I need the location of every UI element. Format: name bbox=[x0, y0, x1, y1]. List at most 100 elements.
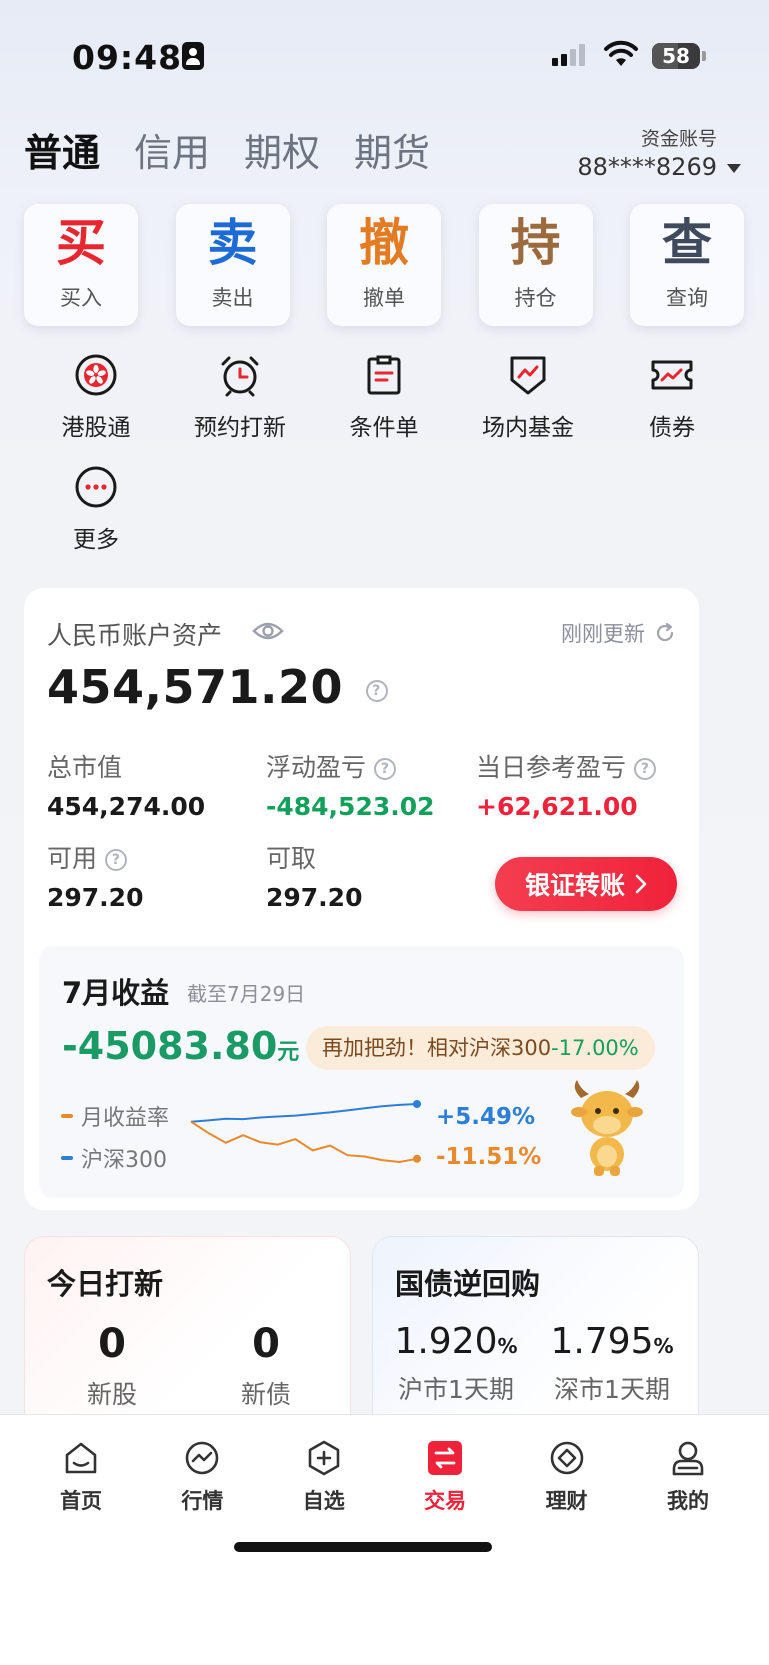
tab-home[interactable]: 首页 bbox=[22, 1415, 140, 1525]
legend-label: 月收益率 bbox=[81, 1106, 170, 1131]
profile-icon bbox=[672, 1441, 704, 1476]
account-selector[interactable]: 资金账号 88****8269 bbox=[577, 124, 741, 181]
focus-person-icon bbox=[182, 42, 204, 70]
more-dots-icon bbox=[75, 466, 117, 508]
account-type-tabs: 普通 信用 期权 期货 bbox=[24, 122, 430, 177]
monthly-return-rate-value: -11.51% bbox=[436, 1144, 542, 1170]
daily-pl-metric: 当日参考盈亏 ? +62,621.00 bbox=[476, 748, 656, 821]
bank-transfer-button[interactable]: 银证转账 bbox=[495, 857, 677, 911]
query-label: 查询 bbox=[666, 286, 708, 310]
daily-pl-label: 当日参考盈亏 bbox=[476, 753, 627, 782]
positions-button[interactable]: 持 持仓 bbox=[478, 204, 593, 326]
wifi-icon bbox=[604, 40, 638, 66]
status-time: 09:48 bbox=[72, 38, 183, 77]
quick-item-conditional-order[interactable]: 条件单 bbox=[312, 352, 456, 464]
bull-mascot-icon bbox=[571, 1080, 643, 1176]
quick-item-bonds[interactable]: 债券 bbox=[600, 352, 744, 464]
help-icon[interactable]: ? bbox=[365, 679, 388, 702]
home-indicator bbox=[234, 1542, 492, 1552]
account-number: 88****8269 bbox=[577, 153, 717, 181]
refresh-label: 刚刚更新 bbox=[561, 622, 645, 646]
repo-title: 国债逆回购 bbox=[395, 1267, 541, 1301]
quick-label-listed-fund: 场内基金 bbox=[482, 415, 574, 441]
quick-label-bonds: 债券 bbox=[649, 415, 695, 441]
market-value-label: 总市值 bbox=[47, 753, 123, 782]
quick-item-listed-fund[interactable]: 场内基金 bbox=[456, 352, 600, 464]
hk-flower-icon bbox=[75, 354, 117, 396]
daily-pl-value: +62,621.00 bbox=[476, 792, 638, 821]
help-icon[interactable]: ? bbox=[633, 758, 656, 780]
tab-market[interactable]: 行情 bbox=[143, 1415, 261, 1525]
watchlist-icon bbox=[308, 1440, 340, 1476]
account-label: 资金账号 bbox=[640, 128, 717, 150]
quick-item-ipo-reserve[interactable]: 预约打新 bbox=[168, 352, 312, 464]
sell-button[interactable]: 卖 卖出 bbox=[175, 204, 290, 326]
sz-repo-stat: 1.795% 深市1天期 bbox=[537, 1321, 687, 1406]
bottom-tab-bar: 首页 行情 自选 交易 理财 我的 bbox=[0, 1414, 769, 1665]
tab-profile[interactable]: 我的 bbox=[629, 1415, 747, 1525]
quick-label-hk-connect: 港股通 bbox=[61, 415, 131, 441]
refresh-status[interactable]: 刚刚更新 bbox=[561, 618, 677, 648]
total-assets: 454,571.20 ? bbox=[47, 660, 388, 714]
quick-item-more[interactable]: 更多 bbox=[24, 464, 168, 576]
tab-normal[interactable]: 普通 bbox=[24, 122, 100, 177]
treasury-repo-card[interactable]: 国债逆回购 1.920% 沪市1天期 1.795% 深市1天期 bbox=[372, 1236, 699, 1436]
tab-trade[interactable]: 交易 bbox=[386, 1415, 504, 1525]
sell-glyph: 卖 bbox=[207, 214, 258, 272]
quick-item-hk-connect[interactable]: 港股通 bbox=[24, 352, 168, 464]
chevron-right-icon bbox=[635, 874, 647, 894]
floating-pl-value: -484,523.02 bbox=[266, 792, 435, 821]
sz-repo-rate: 1.795 bbox=[550, 1321, 654, 1362]
floating-pl-label: 浮动盈亏 bbox=[266, 753, 367, 782]
query-button[interactable]: 查 查询 bbox=[630, 204, 744, 326]
tab-wealth[interactable]: 理财 bbox=[508, 1415, 626, 1525]
quick-label-ipo-reserve: 预约打新 bbox=[194, 415, 286, 441]
monthly-returns-panel[interactable]: 7月收益 截至7月29日 -45083.80元 再加把劲！相对沪深300-17.… bbox=[39, 946, 684, 1198]
monthly-value: -45083.80 bbox=[62, 1024, 278, 1068]
monthly-as-of: 截至7月29日 bbox=[187, 982, 306, 1006]
sh-repo-label: 沪市1天期 bbox=[398, 1375, 514, 1404]
asset-card: 人民币账户资产 刚刚更新 454,571.20 ? 总市值 454,274.00… bbox=[24, 588, 699, 1210]
quick-label-more: 更多 bbox=[73, 527, 119, 553]
tab-watchlist-label: 自选 bbox=[302, 1489, 345, 1513]
buy-glyph: 买 bbox=[56, 214, 106, 272]
tab-watchlist[interactable]: 自选 bbox=[265, 1415, 383, 1525]
withdrawable-metric: 可取 297.20 bbox=[266, 839, 362, 912]
tab-credit[interactable]: 信用 bbox=[134, 122, 210, 177]
sz-repo-label: 深市1天期 bbox=[554, 1375, 670, 1404]
total-assets-value: 454,571.20 bbox=[47, 660, 344, 714]
help-icon[interactable]: ? bbox=[104, 849, 127, 871]
bank-transfer-label: 银证转账 bbox=[524, 871, 625, 900]
new-issues-card[interactable]: 今日打新 0 新股 0 新债 bbox=[24, 1236, 351, 1436]
eye-icon[interactable] bbox=[252, 620, 284, 642]
buy-button[interactable]: 买 买入 bbox=[24, 204, 138, 326]
new-bonds-count: 0 bbox=[252, 1321, 280, 1367]
tab-options[interactable]: 期权 bbox=[244, 122, 320, 177]
wealth-icon bbox=[550, 1441, 583, 1475]
help-icon[interactable]: ? bbox=[373, 758, 396, 780]
tab-wealth-label: 理财 bbox=[545, 1489, 588, 1513]
bottom-cards: 今日打新 0 新股 0 新债 国债逆回购 1.920% 沪市1天期 1.795%… bbox=[24, 1236, 699, 1436]
cancel-order-button[interactable]: 撤 撤单 bbox=[327, 204, 441, 326]
asset-title: 人民币账户资产 bbox=[47, 621, 223, 650]
refresh-icon bbox=[656, 622, 674, 642]
new-stocks-label: 新股 bbox=[86, 1380, 137, 1409]
home-icon bbox=[65, 1442, 97, 1474]
sparkline-series-line bbox=[190, 1120, 418, 1164]
monthly-unit: 元 bbox=[277, 1040, 300, 1065]
fund-shield-icon bbox=[510, 356, 546, 395]
tab-futures[interactable]: 期货 bbox=[354, 122, 430, 177]
sh-repo-rate: 1.920 bbox=[394, 1321, 498, 1362]
tab-profile-label: 我的 bbox=[666, 1489, 709, 1513]
query-glyph: 查 bbox=[662, 214, 712, 272]
market-value-metric: 总市值 454,274.00 bbox=[47, 748, 205, 821]
battery-icon: 58 bbox=[652, 43, 700, 69]
relative-performance-badge: 再加把劲！相对沪深300-17.00% bbox=[306, 1026, 655, 1070]
quick-services: 港股通 预约打新 条件单 场内基金 债券 更多 bbox=[24, 352, 744, 576]
alarm-clock-icon bbox=[221, 356, 259, 397]
legend-swatch bbox=[61, 1156, 73, 1160]
sell-label: 卖出 bbox=[211, 286, 254, 310]
available-value: 297.20 bbox=[47, 883, 144, 912]
legend-monthly-return: 月收益率 bbox=[61, 1100, 169, 1132]
tab-trade-label: 交易 bbox=[424, 1489, 467, 1513]
